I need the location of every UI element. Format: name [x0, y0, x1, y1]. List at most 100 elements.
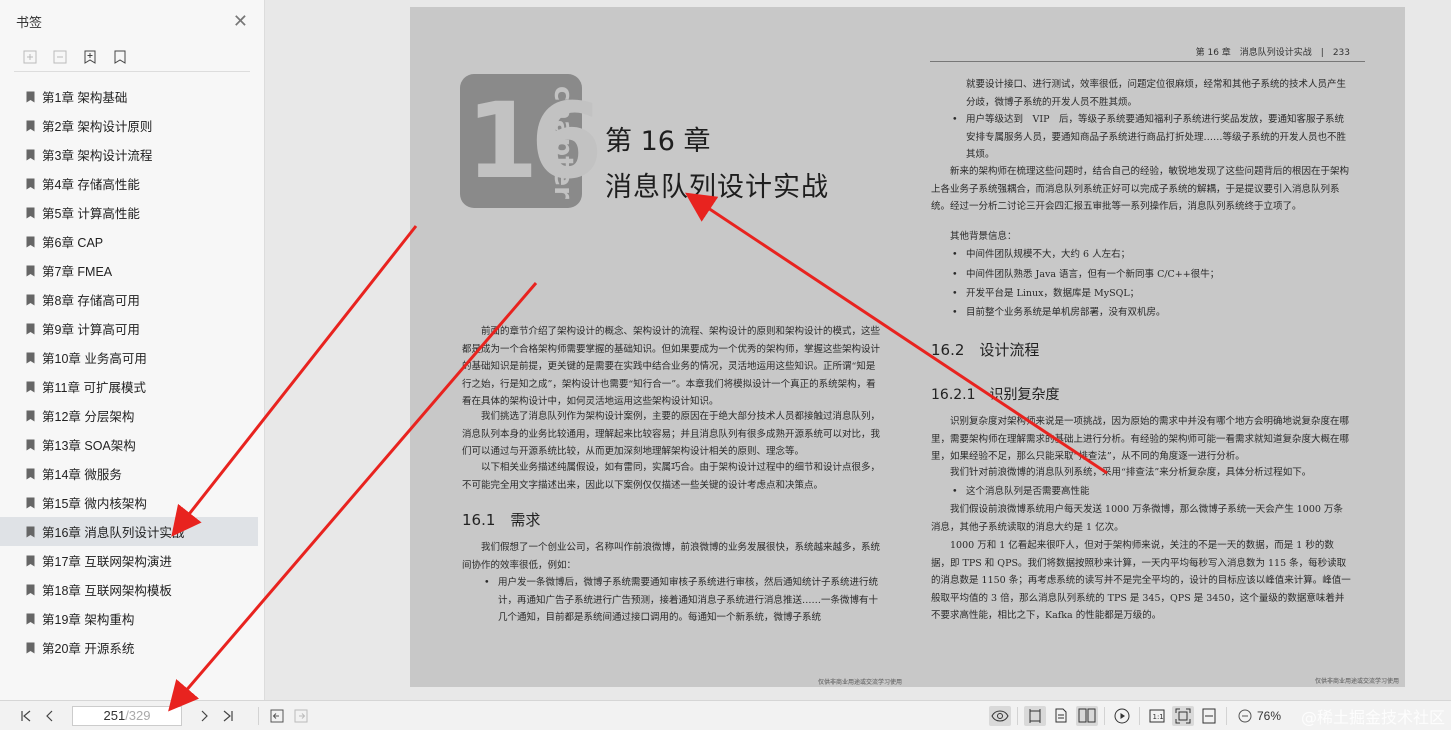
next-page-icon[interactable] [192, 705, 216, 727]
eye-protection-icon[interactable] [988, 705, 1011, 726]
chapter-bookmark-item[interactable]: 第14章 微服务 [0, 459, 258, 488]
chapter-bookmark-item[interactable]: 第13章 SOA架构 [0, 430, 258, 459]
toolbar-divider [1138, 706, 1140, 725]
play-icon[interactable] [1111, 706, 1133, 726]
single-page-icon[interactable] [1023, 705, 1046, 726]
chapter-bookmark-item[interactable]: 第1章 架构基础 [0, 82, 258, 111]
chapter-bookmark-item[interactable]: 第20章 开源系统 [0, 633, 258, 662]
chapter-bookmark-item[interactable]: 第11章 可扩展模式 [0, 372, 258, 401]
chapter-badge: 16 chapter [460, 74, 603, 208]
chapter-bookmark-label: 第10章 业务高可用 [42, 352, 147, 366]
chapter-bookmark-item[interactable]: 第7章 FMEA [0, 256, 258, 285]
bookmark-icon [26, 526, 35, 537]
bookmark-icon [26, 91, 35, 102]
bookmark-icon [26, 120, 35, 131]
first-page-icon[interactable] [14, 705, 38, 727]
performance-paragraph-1: 我们假设前浪微博系统用户每天发送 1000 万条微博，那么微博子系统一天会产生 … [931, 504, 1343, 533]
chapter-bookmark-item[interactable]: 第19章 架构重构 [0, 604, 258, 633]
bookmark-icon [26, 236, 35, 247]
chapter-bookmark-label: 第16章 消息队列设计实战 [42, 526, 185, 540]
complexity-paragraph-2: 我们针对前浪微博的消息队列系统，采用“排查法”来分析复杂度，具体分析过程如下。 [950, 467, 1312, 478]
complexity-paragraph-1: 识别复杂度对架构师来说是一项挑战，因为原始的需求中并没有哪个地方会明确地说复杂度… [931, 416, 1350, 462]
chapter-bookmark-item[interactable]: 第18章 互联网架构模板 [0, 575, 258, 604]
chapter-bookmark-label: 第11章 可扩展模式 [42, 381, 146, 395]
toolbar-divider [1225, 706, 1227, 725]
chapter-bookmark-label: 第1章 架构基础 [42, 91, 128, 105]
zoom-level[interactable]: 76% [1257, 709, 1281, 723]
chapter-bookmark-label: 第15章 微内核架构 [42, 497, 147, 511]
page-footer-left: 仅供非商业用途或交流学习使用 [818, 679, 903, 686]
section-heading-16-2: 16.2 设计流程 [931, 341, 1040, 359]
bookmark-icon[interactable] [112, 49, 128, 65]
chapter-bookmark-item[interactable]: 第5章 计算高性能 [0, 198, 258, 227]
bookmark-icon [26, 381, 35, 392]
current-page-number: 251 [103, 708, 126, 723]
chapter-bookmark-label: 第13章 SOA架构 [42, 439, 136, 453]
intro-paragraph-2: 我们挑选了消息队列作为架构设计案例，主要的原因在于绝大部分技术人员都接触过消息队… [462, 411, 881, 457]
chapter-bookmark-item[interactable]: 第4章 存储高性能 [0, 169, 258, 198]
chapter-bookmark-item[interactable]: 第17章 互联网架构演进 [0, 546, 258, 575]
bookmark-icon [26, 439, 35, 450]
fit-width-icon[interactable] [1198, 706, 1220, 726]
sidebar-title: 书签 [16, 14, 43, 30]
architect-paragraph: 新来的架构师在梳理这些问题时，结合自己的经验，敏锐地发现了这些问题背后的根因在于… [931, 166, 1350, 212]
performance-paragraph-2: 1000 万和 1 亿看起来很吓人，但对于架构师来说，关注的不是一天的数据，而是… [931, 540, 1351, 621]
watermark: @稀土掘金技术社区 [1300, 707, 1445, 727]
bookmark-icon [26, 178, 35, 189]
chapter-bookmark-item[interactable]: 第10章 业务高可用 [0, 343, 258, 372]
chapter-title: 消息队列设计实战 [605, 172, 829, 203]
chapter-bookmark-label: 第20章 开源系统 [42, 642, 135, 656]
vip-bullet: 用户等级达到 VIP 后，等级子系统要通知福利子系统进行奖品发放，要通知客服子系… [952, 111, 1351, 164]
chapter-bookmark-item[interactable]: 第8章 存储高可用 [0, 285, 258, 314]
bottom-toolbar: 251/329 1:1 76% @稀土掘金技术社区 [0, 700, 1451, 730]
actual-size-icon[interactable]: 1:1 [1146, 706, 1168, 726]
bookmark-icon [26, 555, 35, 566]
sidebar-header: 书签 ✕ [0, 0, 264, 42]
chapter-label: 第 16 章 [605, 126, 711, 157]
two-page-icon[interactable] [1075, 705, 1098, 726]
expand-all-icon[interactable] [22, 49, 38, 65]
zoom-slider-area[interactable]: @稀土掘金技术社区 [1281, 701, 1451, 730]
running-head: 第 16 章 消息队列设计实战 | 233 [1195, 48, 1350, 58]
performance-bullet: 这个消息队列是否需要高性能 [952, 483, 1351, 501]
chapter-bookmark-item[interactable]: 第2章 架构设计原则 [0, 111, 258, 140]
background-title: 其他背景信息： [950, 231, 1017, 242]
fit-page-icon[interactable] [1171, 705, 1194, 726]
continuous-page-icon[interactable] [1050, 706, 1072, 726]
chapter-bookmark-label: 第9章 计算高可用 [42, 323, 140, 337]
chapter-bookmark-label: 第18章 互联网架构模板 [42, 584, 172, 598]
previous-page-icon[interactable] [38, 705, 62, 727]
requirements-paragraph: 我们假想了一个创业公司，名称叫作前浪微博，前浪微博的业务发展很快，系统越来越多，… [462, 542, 881, 571]
chapter-bookmark-label: 第12章 分层架构 [42, 410, 135, 424]
chapter-badge-word: chapter [548, 86, 578, 199]
continued-paragraph: 就要设计接口、进行测试，效率很低，问题定位很麻烦，经常和其他子系统的技术人员产生… [966, 79, 1347, 108]
close-icon[interactable]: ✕ [233, 11, 248, 32]
chapter-bookmark-item[interactable]: 第3章 架构设计流程 [0, 140, 258, 169]
pdf-reader-app: 书签 ✕ 第1章 架构基础第2章 架构设计原则 第3章 架构设计流程 第4章 存储高… [0, 0, 1451, 730]
back-icon[interactable] [265, 705, 289, 727]
bookmark-icon [26, 207, 35, 218]
chapter-bookmark-item[interactable]: 第6章 CAP [0, 227, 258, 256]
requirements-bullet: 用户发一条微博后，微博子系统需要通知审核子系统进行审核，然后通知统计子系统进行统… [484, 574, 882, 627]
document-view[interactable]: 16 chapter 第 16 章 消息队列设计实战 前面的章节介绍了架构设计的… [265, 0, 1451, 700]
forward-icon[interactable] [289, 705, 313, 727]
chapter-bookmark-label: 第19章 架构重构 [42, 613, 135, 627]
chapter-bookmark-item[interactable]: 第9章 计算高可用 [0, 314, 258, 343]
add-bookmark-icon[interactable] [82, 49, 98, 65]
chapter-bookmark-item[interactable]: 第15章 微内核架构 [0, 488, 258, 517]
chapter-bookmark-label: 第7章 FMEA [42, 265, 113, 279]
bookmark-icon [26, 323, 35, 334]
bookmark-icon [26, 265, 35, 276]
last-page-icon[interactable] [216, 705, 240, 727]
zoom-out-icon[interactable] [1233, 705, 1257, 727]
background-item-2: 中间件团队熟悉 Java 语言，但有一个新同事 C/C++很牛； [952, 266, 1351, 284]
chapter-bookmark-item[interactable]: 第12章 分层架构 [0, 401, 258, 430]
collapse-all-icon[interactable] [52, 49, 68, 65]
chapter-bookmark-item[interactable]: 第16章 消息队列设计实战 [0, 517, 258, 546]
bookmark-icon [26, 149, 35, 160]
chapter-bookmark-label: 第8章 存储高可用 [42, 294, 140, 308]
pdf-page: 16 chapter 第 16 章 消息队列设计实战 前面的章节介绍了架构设计的… [410, 7, 1405, 687]
background-item-1: 中间件团队规模不大，大约 6 人左右； [952, 246, 1351, 264]
page-number-input[interactable]: 251/329 [72, 705, 182, 726]
toolbar-divider [1103, 706, 1105, 725]
